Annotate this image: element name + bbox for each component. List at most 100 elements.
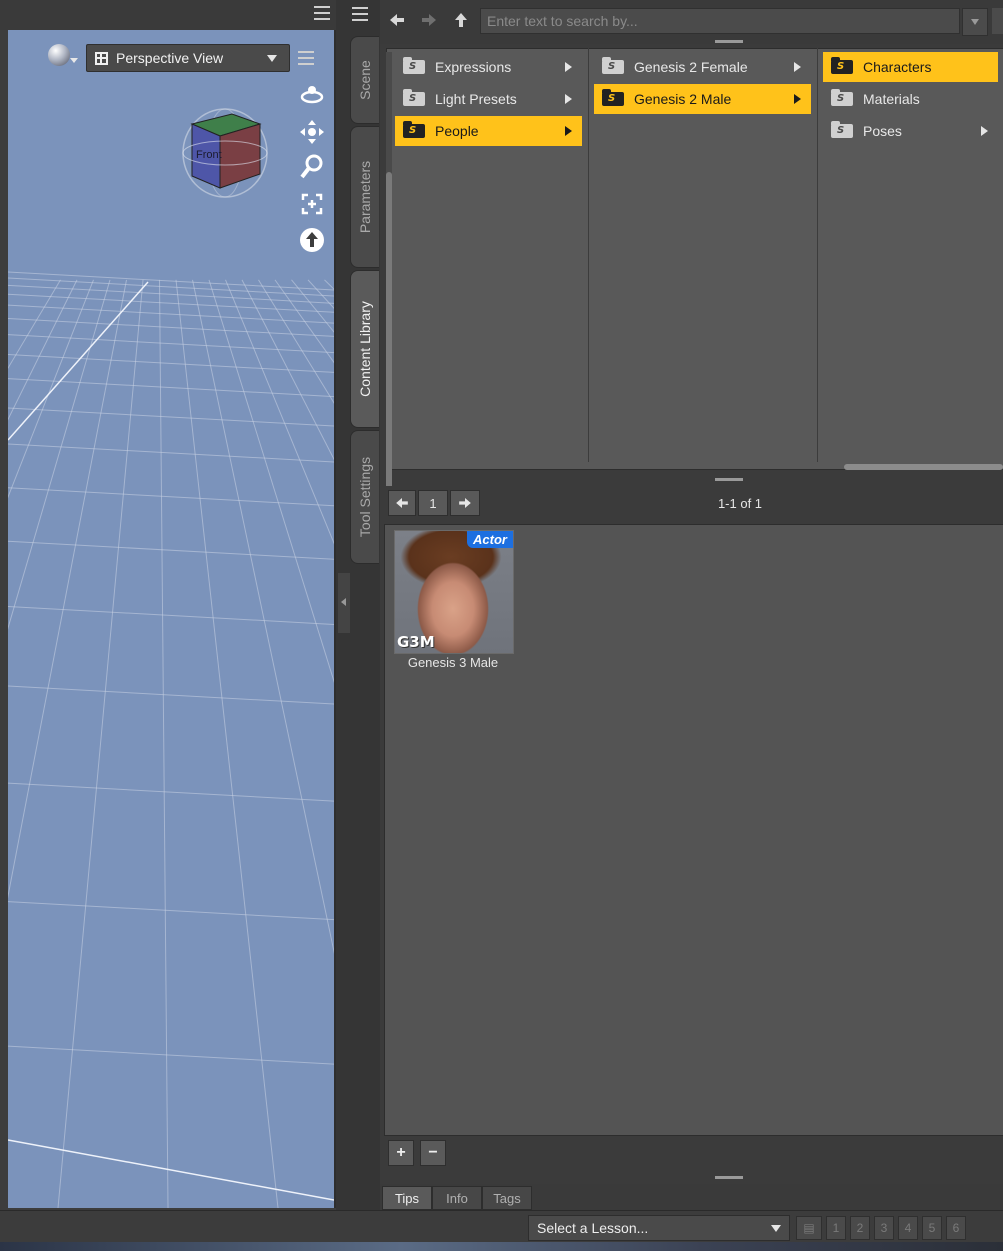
asset-thumbnail[interactable]: Actor G3M xyxy=(394,530,514,654)
category-item-selected[interactable]: S Characters xyxy=(823,52,998,82)
grid-line xyxy=(159,279,169,1208)
category-item[interactable]: S Light Presets xyxy=(395,84,582,114)
search-input[interactable] xyxy=(480,8,960,34)
desktop-background-strip xyxy=(0,1242,1003,1251)
frame-icon[interactable] xyxy=(298,190,326,218)
category-label: Light Presets xyxy=(435,91,517,107)
category-item[interactable]: S Genesis 2 Female xyxy=(594,52,811,82)
orbit-icon[interactable] xyxy=(298,80,326,108)
grid-line xyxy=(324,279,334,290)
draw-style-icon[interactable] xyxy=(48,44,70,66)
grid-line xyxy=(291,279,334,333)
expand-arrow-icon xyxy=(794,94,801,104)
category-label: Poses xyxy=(863,123,902,139)
next-page-button[interactable] xyxy=(450,490,480,516)
grid-line xyxy=(8,279,78,421)
tab-label: Tool Settings xyxy=(357,456,374,538)
dock-menu-icon[interactable] xyxy=(352,4,368,21)
expand-arrow-icon xyxy=(565,126,572,136)
asset-overlay-label: G3M xyxy=(397,633,435,651)
grid-line xyxy=(175,279,279,1208)
draw-style-dropdown-icon[interactable] xyxy=(70,58,78,63)
search-options-dropdown[interactable] xyxy=(962,8,988,36)
lesson-step-button[interactable]: 3 xyxy=(874,1216,894,1240)
category-label: Characters xyxy=(863,59,932,75)
category-label: Genesis 2 Female xyxy=(634,59,748,75)
add-button[interactable]: + xyxy=(388,1140,414,1166)
grid-lines xyxy=(8,271,334,1208)
splitter-grip[interactable] xyxy=(715,478,743,481)
category-item[interactable]: S Poses xyxy=(823,116,998,146)
grid-line xyxy=(274,279,334,364)
tab-tool-settings[interactable]: Tool Settings xyxy=(350,430,379,564)
column-divider[interactable] xyxy=(817,48,818,462)
grid-line xyxy=(8,378,334,398)
lesson-selector[interactable]: Select a Lesson... xyxy=(528,1215,790,1241)
view-selector-label: Perspective View xyxy=(116,50,224,66)
back-arrow-icon[interactable] xyxy=(386,8,408,32)
view-grid-icon xyxy=(95,51,108,65)
tab-tags[interactable]: Tags xyxy=(482,1186,532,1210)
category-item-selected[interactable]: S Genesis 2 Male xyxy=(594,84,811,114)
tab-info[interactable]: Info xyxy=(432,1186,482,1210)
viewport-canvas[interactable] xyxy=(8,30,336,1208)
grid-line xyxy=(8,279,111,630)
ground-grid xyxy=(8,271,334,1208)
lesson-steps-icon[interactable]: ▤ xyxy=(796,1216,822,1240)
pane-collapse-handle[interactable] xyxy=(338,573,350,633)
pan-icon[interactable] xyxy=(298,118,326,146)
reset-icon[interactable] xyxy=(298,226,326,254)
view-cube[interactable]: Front xyxy=(180,108,270,198)
tab-scene[interactable]: Scene xyxy=(350,36,379,124)
lesson-step-button[interactable]: 6 xyxy=(946,1216,966,1240)
grid-line xyxy=(208,279,334,683)
category-label: Expressions xyxy=(435,59,512,75)
zoom-icon[interactable] xyxy=(298,152,326,180)
grid-line xyxy=(8,487,334,507)
expand-arrow-icon xyxy=(981,126,988,136)
grid-line xyxy=(8,901,334,921)
tab-label: Content Library xyxy=(357,301,373,397)
forward-arrow-icon[interactable] xyxy=(418,8,440,32)
viewport-options-menu-icon[interactable] xyxy=(298,48,314,65)
grid-line xyxy=(8,605,334,625)
grid-line xyxy=(8,293,334,313)
search-menu-icon[interactable] xyxy=(992,8,1003,34)
tab-parameters[interactable]: Parameters xyxy=(350,126,379,268)
prev-page-button[interactable] xyxy=(388,490,416,516)
grid-axis-line xyxy=(8,1139,334,1201)
grid-line xyxy=(258,279,334,404)
category-scrollbar[interactable] xyxy=(386,52,392,502)
grid-line xyxy=(57,279,144,1208)
chevron-down-icon xyxy=(971,19,979,25)
grid-line xyxy=(8,782,334,802)
lesson-step-button[interactable]: 2 xyxy=(850,1216,870,1240)
tab-content-library[interactable]: Content Library xyxy=(350,270,379,428)
lesson-step-button[interactable]: 4 xyxy=(898,1216,918,1240)
splitter-grip[interactable] xyxy=(715,40,743,43)
page-number-field[interactable]: 1 xyxy=(418,490,448,516)
column-divider[interactable] xyxy=(588,48,589,462)
category-item[interactable]: S Materials xyxy=(823,84,998,114)
grid-line xyxy=(307,279,334,309)
tab-tips[interactable]: Tips xyxy=(382,1186,432,1210)
splitter-grip[interactable] xyxy=(715,1176,743,1179)
category-item[interactable]: S Expressions xyxy=(395,52,582,82)
tab-label: Parameters xyxy=(357,160,374,234)
view-selector[interactable]: Perspective View xyxy=(86,44,290,72)
category-item-selected[interactable]: S People xyxy=(395,116,582,146)
grid-line xyxy=(8,279,61,370)
lesson-selector-label: Select a Lesson... xyxy=(537,1220,649,1236)
viewport-header xyxy=(0,0,344,30)
grid-line xyxy=(8,443,334,463)
category-label: People xyxy=(435,123,479,139)
remove-button[interactable]: − xyxy=(420,1140,446,1166)
chevron-down-icon xyxy=(267,54,277,62)
lesson-step-button[interactable]: 5 xyxy=(922,1216,942,1240)
tab-label: Scene xyxy=(357,60,374,100)
up-level-icon[interactable] xyxy=(450,8,472,32)
back-arrow-icon xyxy=(396,498,408,508)
viewport-pane-menu-icon[interactable] xyxy=(314,3,332,25)
category-horizontal-scrollbar[interactable] xyxy=(844,464,1003,470)
lesson-step-button[interactable]: 1 xyxy=(826,1216,846,1240)
